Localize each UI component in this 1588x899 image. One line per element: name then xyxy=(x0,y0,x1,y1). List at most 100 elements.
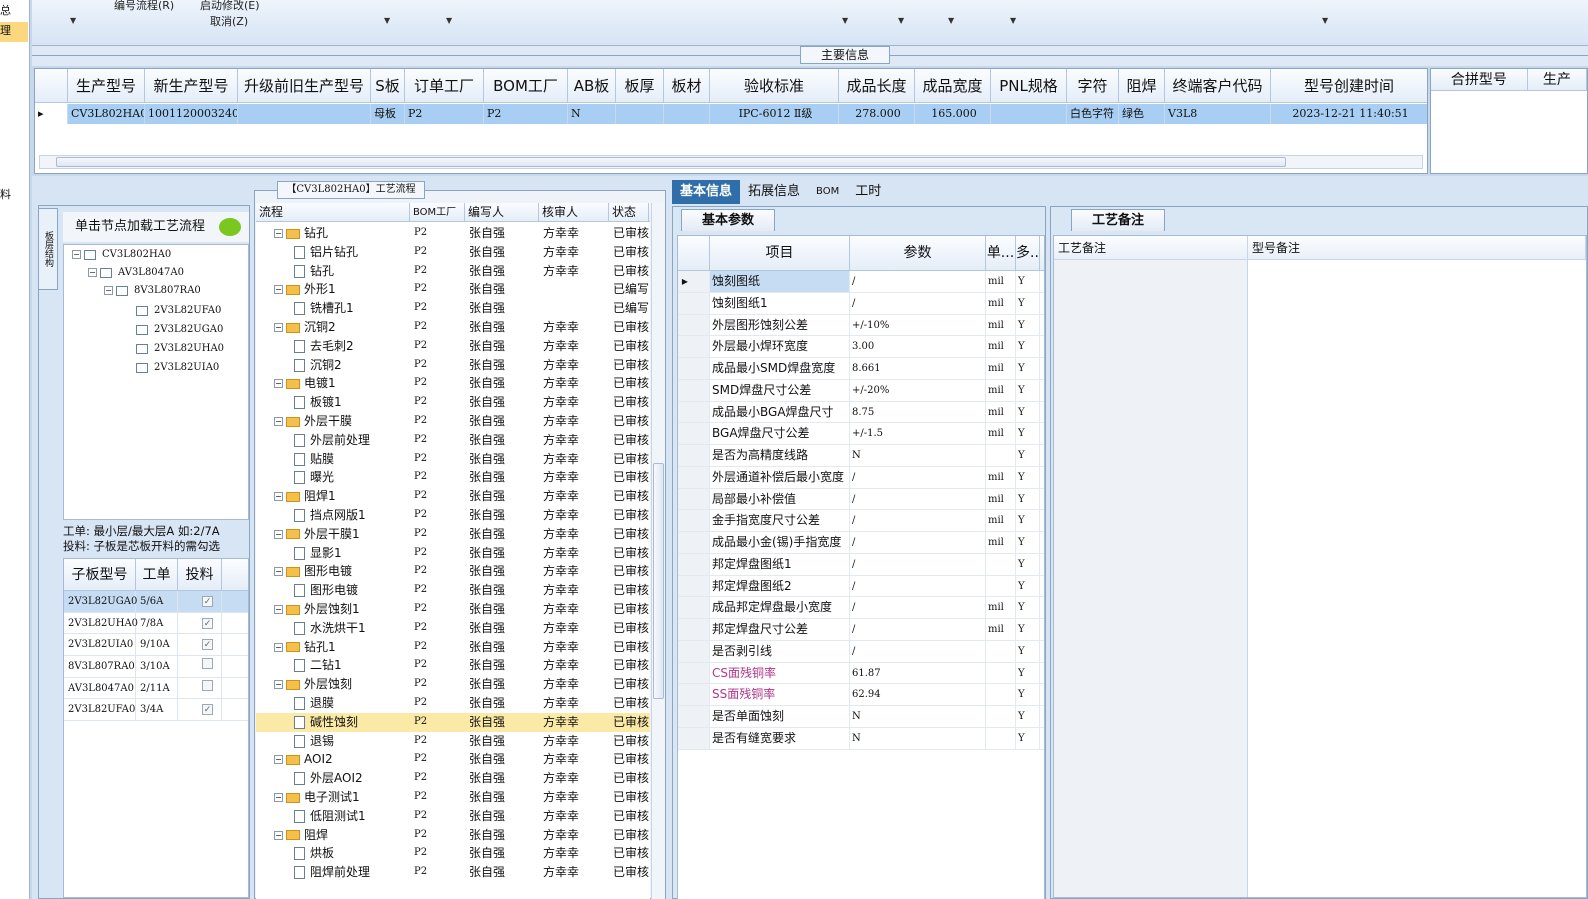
param-row[interactable]: 成品最小SMD焊盘宽度 8.661 mil Y xyxy=(678,358,1044,380)
cell[interactable]: 白色字符 xyxy=(1067,104,1119,124)
collapse-icon[interactable]: − xyxy=(274,529,283,539)
col-header[interactable]: AB板 xyxy=(568,69,616,102)
table-row[interactable]: 8V3L807RA0 3/10A xyxy=(64,656,248,678)
cell[interactable]: IPC-6012 Ⅱ级 xyxy=(710,104,839,124)
tab-extended-info[interactable]: 拓展信息 xyxy=(740,180,808,204)
dropdown-arrow-icon[interactable]: ▼ xyxy=(1322,16,1328,25)
col-header[interactable]: 生产 xyxy=(1528,69,1587,90)
tab-layer-structure[interactable]: 板层结构 xyxy=(38,208,58,290)
toolbar-cancel[interactable]: 取消(Z) xyxy=(210,13,248,29)
col-header[interactable]: 板厚 xyxy=(616,69,664,102)
col-header[interactable]: 项目 xyxy=(710,236,850,270)
flow-row[interactable]: − 图形电镀 P2 张自强 方幸幸 已审核 xyxy=(256,562,650,581)
flow-row[interactable]: 阻焊前处理 P2 张自强 方幸幸 已审核 xyxy=(256,863,650,882)
tab-work-hours[interactable]: 工时 xyxy=(847,180,889,204)
flow-row[interactable]: 退锡 P2 张自强 方幸幸 已审核 xyxy=(256,732,650,751)
checkbox-checked[interactable]: ✓ xyxy=(202,617,213,629)
cell[interactable]: V3L8 xyxy=(1165,104,1271,124)
cell[interactable]: P2 xyxy=(405,104,484,124)
scrollbar-thumb[interactable] xyxy=(56,157,1286,167)
col-header[interactable]: 工艺备注 xyxy=(1054,236,1248,260)
vertical-scrollbar[interactable] xyxy=(651,203,665,899)
param-row[interactable]: 是否有缝宽要求 N Y xyxy=(678,727,1044,750)
flow-row[interactable]: 铝片钻孔 P2 张自强 方幸幸 已审核 xyxy=(256,243,650,262)
tree-node[interactable]: 2V3L82UGA0 xyxy=(136,324,223,335)
flow-row[interactable]: − 外层干膜 P2 张自强 方幸幸 已审核 xyxy=(256,412,650,431)
col-header[interactable]: 工单 xyxy=(136,559,178,590)
cell[interactable]: N xyxy=(568,104,616,124)
tree-node[interactable]: 2V3L82UHA0 xyxy=(136,343,224,354)
toolbar-start-edit[interactable]: 启动修改(E) xyxy=(200,0,260,13)
dropdown-arrow-icon[interactable]: ▼ xyxy=(948,16,954,25)
flow-row[interactable]: − 外层干膜1 P2 张自强 方幸幸 已审核 xyxy=(256,525,650,544)
left-nav-item-0[interactable]: 总 xyxy=(0,2,11,18)
col-header[interactable]: 型号创建时间 xyxy=(1271,69,1427,102)
checkbox-checked[interactable]: ✓ xyxy=(202,596,213,607)
cell[interactable]: 2023-12-21 11:40:51 xyxy=(1271,104,1427,124)
collapse-icon[interactable]: − xyxy=(274,680,283,690)
param-row[interactable]: SS面残铜率 62.94 Y xyxy=(678,684,1044,706)
col-header[interactable]: 状态 xyxy=(609,203,649,221)
col-header[interactable]: 流程 xyxy=(256,203,410,221)
col-header[interactable]: 参数 xyxy=(850,236,986,270)
tree-node[interactable]: 2V3L82UFA0 xyxy=(136,305,221,316)
horizontal-scrollbar[interactable] xyxy=(39,155,1423,169)
toolbar-number-flow[interactable]: 编号流程(R) xyxy=(114,0,174,13)
col-header[interactable]: 合拼型号 xyxy=(1431,69,1528,90)
col-header[interactable]: 型号备注 xyxy=(1248,236,1586,260)
col-header[interactable]: 成品长度 xyxy=(839,69,915,102)
param-row[interactable]: 外层图形蚀刻公差 +/-10% mil Y xyxy=(678,314,1044,337)
flow-row[interactable]: − AOI2 P2 张自强 方幸幸 已审核 xyxy=(256,750,650,769)
flow-row[interactable]: − 阻焊 P2 张自强 方幸幸 已审核 xyxy=(256,826,650,845)
param-row[interactable]: 蚀刻图纸1/mil Y xyxy=(678,292,1044,315)
col-header[interactable]: 字符 xyxy=(1067,69,1119,102)
param-row[interactable]: ▸ 蚀刻图纸 / mil Y xyxy=(678,271,1044,293)
collapse-icon[interactable]: − xyxy=(274,323,283,332)
col-header[interactable]: 终端客户代码 xyxy=(1165,69,1271,102)
flow-row[interactable]: 退膜 P2 张自强 方幸幸 已审核 xyxy=(256,694,650,713)
cell[interactable] xyxy=(616,104,664,124)
param-row[interactable]: 是否单面蚀刻 N Y xyxy=(678,706,1044,728)
cell[interactable]: 165.000 xyxy=(915,104,991,124)
table-row[interactable]: AV3L8047A0 2/11A xyxy=(64,677,248,700)
param-row[interactable]: 是否剥引线 / Y xyxy=(678,640,1044,663)
collapse-icon[interactable]: − xyxy=(274,830,283,840)
collapse-icon[interactable]: − xyxy=(274,755,283,765)
flow-row[interactable]: 贴膜 P2 张自强 方幸幸 已审核 xyxy=(256,450,650,469)
param-row[interactable]: 成品最小BGA焊盘尺寸 8.75 mil Y xyxy=(678,401,1044,424)
col-header[interactable]: 新生产型号 xyxy=(145,69,238,102)
flow-row[interactable]: − 沉铜2 P2 张自强 方幸幸 已审核 xyxy=(256,318,650,337)
tab-basic-info[interactable]: 基本信息 xyxy=(672,180,741,204)
flow-row[interactable]: 外层前处理 P2 张自强 方幸幸 已审核 xyxy=(256,431,650,450)
tree-node[interactable]: − CV3L802HA0 xyxy=(72,249,171,260)
flow-row[interactable]: 曝光 P2 张自强 方幸幸 已审核 xyxy=(256,468,650,487)
table-row[interactable]: 2V3L82UIA0 9/10A ✓ xyxy=(64,634,248,657)
flow-row[interactable]: − 电子测试1 P2 张自强 方幸幸 已审核 xyxy=(256,788,650,807)
table-row[interactable]: ▸ CV3L802HA0 10011200032407 母板 P2 P2 N I… xyxy=(35,104,1427,124)
flow-row[interactable]: 挡点网版1 P2 张自强 方幸幸 已审核 xyxy=(256,506,650,525)
table-row[interactable]: 2V3L82UGA0 5/6A ✓ xyxy=(64,591,248,613)
flow-row[interactable]: 烘板 P2 张自强 方幸幸 已审核 xyxy=(256,844,650,863)
flow-row[interactable]: − 外层蚀刻1 P2 张自强 方幸幸 已审核 xyxy=(256,600,650,619)
param-row[interactable]: 邦定焊盘尺寸公差 / mil Y xyxy=(678,619,1044,641)
dropdown-arrow-icon[interactable]: ▼ xyxy=(70,16,76,25)
cell[interactable]: 绿色 xyxy=(1119,104,1165,124)
param-row[interactable]: 局部最小补偿值 / mil Y xyxy=(678,488,1044,511)
cell[interactable] xyxy=(664,104,710,124)
collapse-icon[interactable]: − xyxy=(274,492,283,502)
checkbox-unchecked[interactable] xyxy=(202,679,213,691)
basic-params-tab[interactable]: 基本参数 xyxy=(681,209,775,231)
param-row[interactable]: 邦定焊盘图纸2/Y xyxy=(678,575,1044,598)
col-header[interactable]: PNL规格 xyxy=(991,69,1067,102)
dropdown-arrow-icon[interactable]: ▼ xyxy=(446,16,452,25)
col-header[interactable]: 验收标准 xyxy=(710,69,839,102)
left-nav-selected[interactable]: 理 xyxy=(0,22,28,42)
col-header[interactable]: 子板型号 xyxy=(64,559,136,590)
col-header[interactable]: 成品宽度 xyxy=(915,69,991,102)
checkbox-checked[interactable]: ✓ xyxy=(202,639,213,651)
col-header[interactable]: 核审人 xyxy=(539,203,609,221)
cell[interactable]: P2 xyxy=(484,104,568,124)
flow-row[interactable]: − 钻孔1 P2 张自强 方幸幸 已审核 xyxy=(256,638,650,657)
param-row[interactable]: 成品最小金(锡)手指宽度 / mil Y xyxy=(678,532,1044,554)
dropdown-arrow-icon[interactable]: ▼ xyxy=(384,16,390,25)
